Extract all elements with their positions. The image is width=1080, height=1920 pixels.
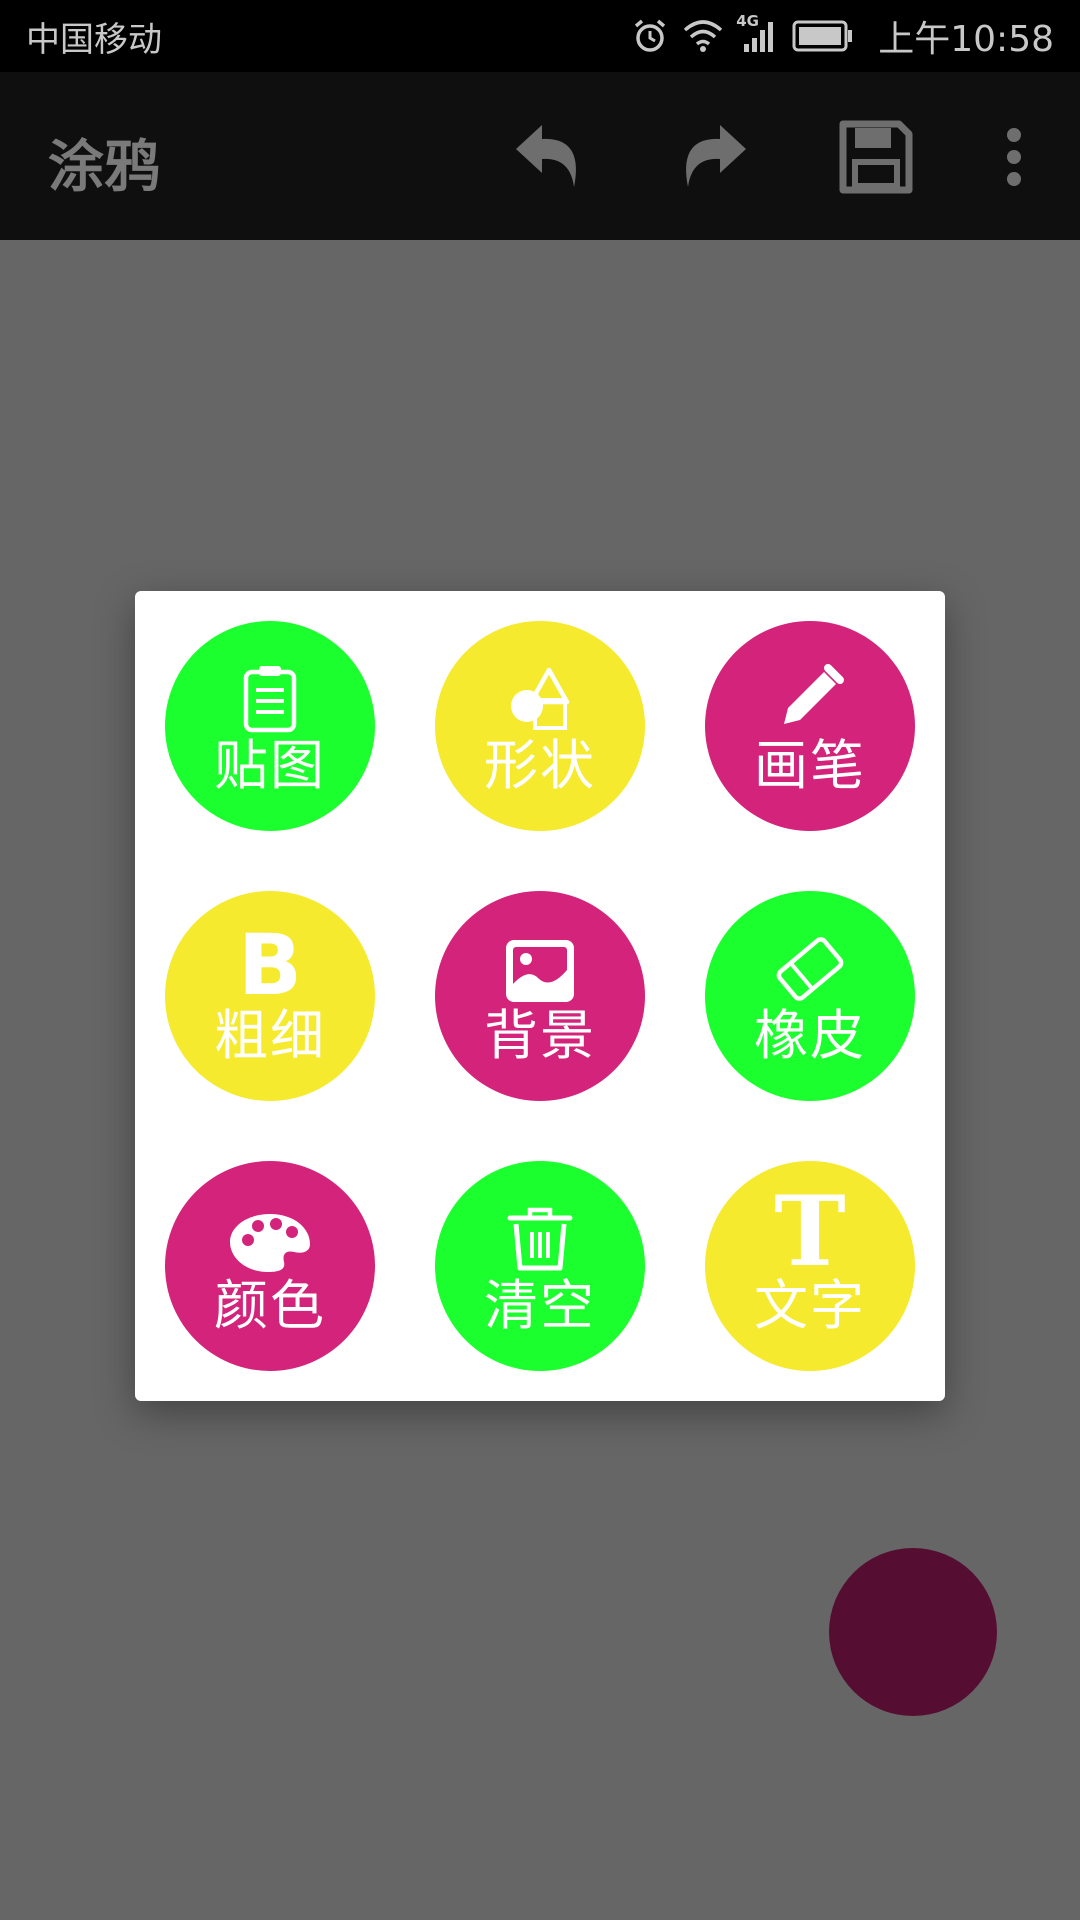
more-vert-icon <box>1007 128 1021 186</box>
tool-thickness-button[interactable]: B 粗细 <box>165 891 375 1101</box>
tool-label: 颜色 <box>214 1274 326 1337</box>
wifi-icon <box>682 18 724 54</box>
tool-label: 文字 <box>754 1274 866 1337</box>
tool-eraser-button[interactable]: 橡皮 <box>705 891 915 1101</box>
battery-icon <box>792 19 854 53</box>
pencil-icon <box>784 664 844 724</box>
app-title: 涂鸦 <box>48 135 160 200</box>
tool-label: 形状 <box>484 734 596 797</box>
tool-label: 贴图 <box>214 734 326 797</box>
clock-label: 上午10:58 <box>878 19 1054 60</box>
tool-label: 粗细 <box>214 1004 326 1067</box>
alarm-icon <box>632 18 668 54</box>
bold-icon: B <box>237 916 303 1014</box>
eraser-icon <box>776 937 844 1001</box>
save-button[interactable] <box>831 112 921 202</box>
status-bar: 中国移动 4G 上午10:58 <box>0 0 1080 72</box>
trash-icon <box>507 1207 573 1271</box>
carrier-label: 中国移动 <box>26 19 162 60</box>
more-options-button[interactable] <box>969 112 1059 202</box>
redo-button[interactable] <box>667 112 757 202</box>
signal-icon: 4G <box>736 12 778 54</box>
tool-background-button[interactable]: 背景 <box>435 891 645 1101</box>
image-icon <box>506 940 574 1002</box>
tool-clear-button[interactable]: 清空 <box>435 1161 645 1371</box>
undo-button[interactable] <box>505 112 595 202</box>
tool-label: 清空 <box>484 1274 596 1337</box>
current-color-button[interactable] <box>829 1548 997 1716</box>
tool-text-button[interactable]: T 文字 <box>705 1161 915 1371</box>
text-icon: T <box>774 1175 846 1288</box>
tool-brush-button[interactable]: 画笔 <box>705 621 915 831</box>
save-icon <box>839 120 913 194</box>
clipboard-icon <box>243 666 297 733</box>
undo-icon <box>516 125 576 187</box>
shapes-icon <box>511 667 570 730</box>
tool-label: 画笔 <box>754 734 866 797</box>
tool-shape-button[interactable]: 形状 <box>435 621 645 831</box>
status-icons: 4G 上午10:58 <box>632 10 1054 62</box>
network-type-label: 4G <box>736 12 759 30</box>
tool-sticker-button[interactable]: 贴图 <box>165 621 375 831</box>
tool-dialog: 贴图 形状 画笔 B 粗细 背景 橡皮 颜色 清空 T 文字 <box>135 591 945 1401</box>
tool-label: 背景 <box>484 1004 596 1067</box>
tool-color-button[interactable]: 颜色 <box>165 1161 375 1371</box>
palette-icon <box>230 1214 310 1272</box>
redo-icon <box>686 125 746 187</box>
tool-label: 橡皮 <box>754 1004 866 1067</box>
app-bar: 涂鸦 <box>0 72 1080 240</box>
